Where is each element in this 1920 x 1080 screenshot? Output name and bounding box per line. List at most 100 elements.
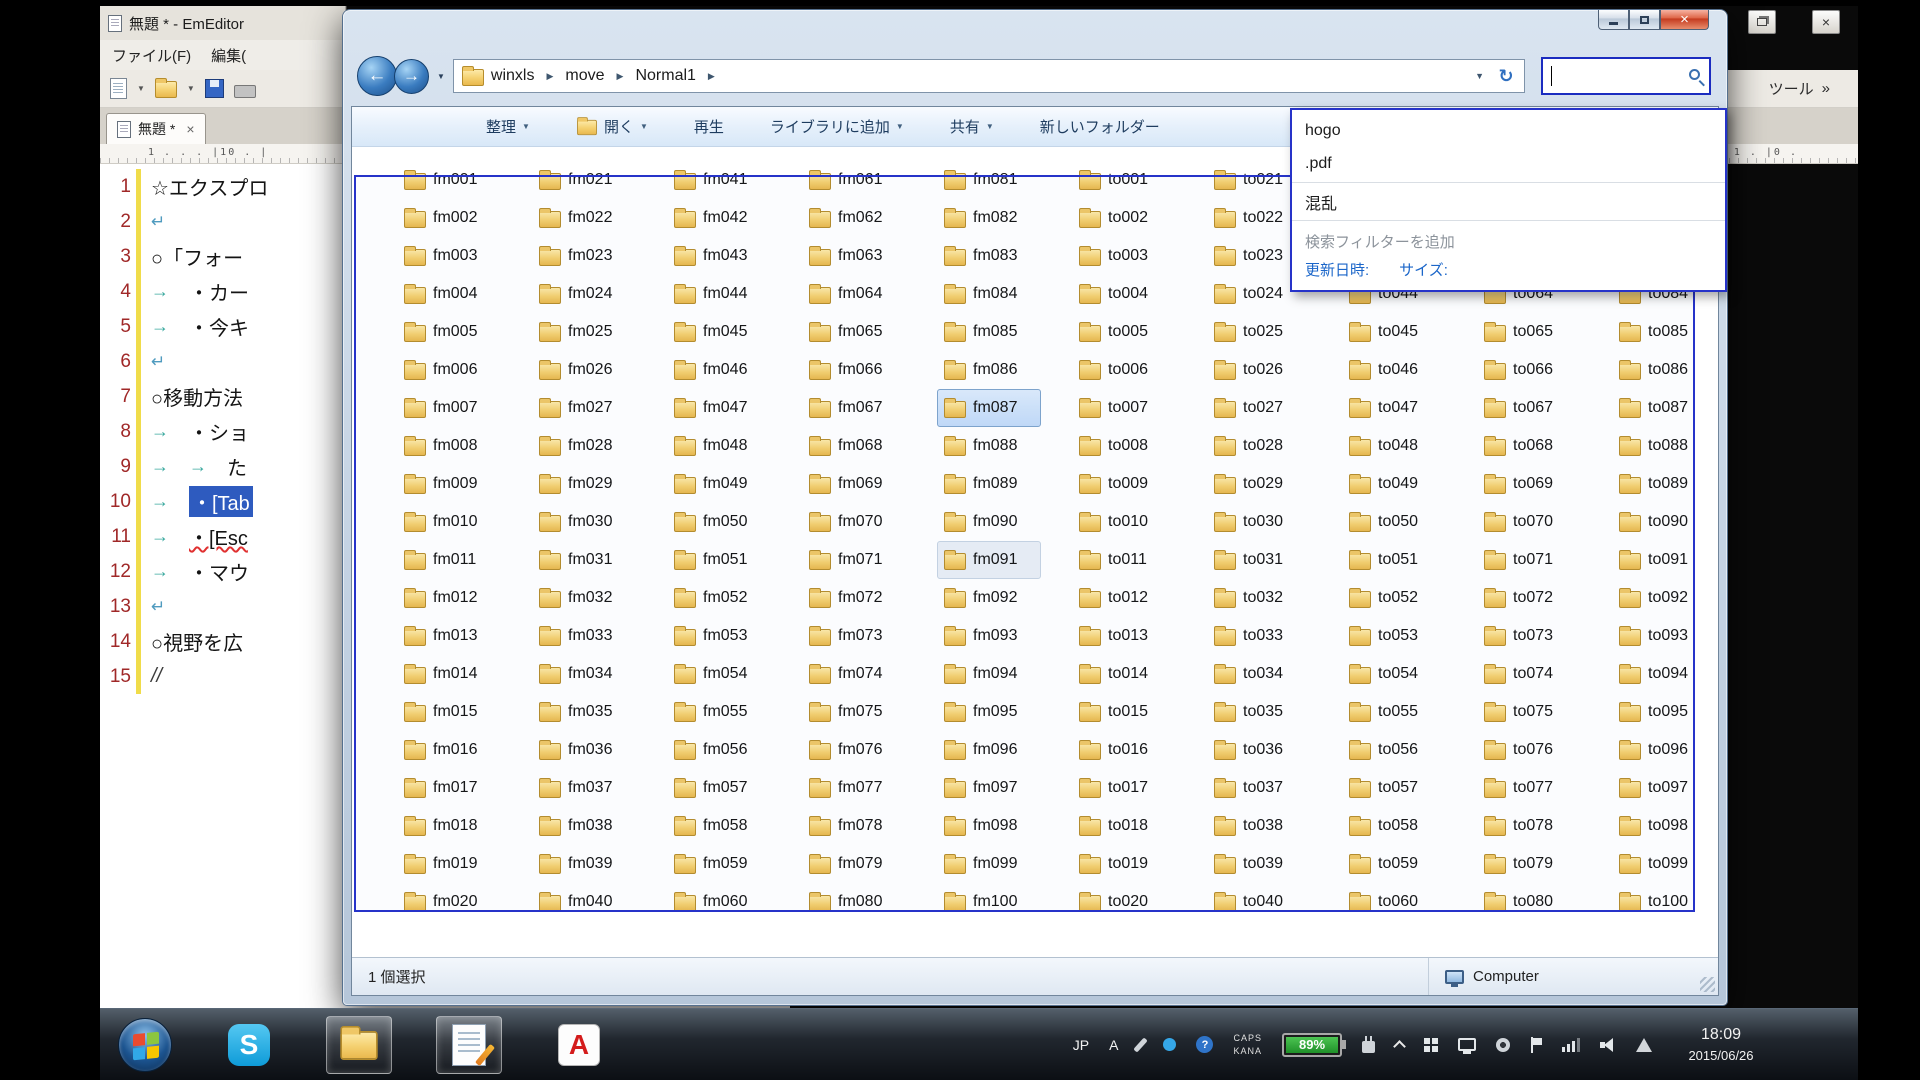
folder-to078[interactable]: to078 [1477, 807, 1581, 845]
breadcrumb-separator-icon[interactable]: ▶ [703, 71, 720, 82]
folder-to091[interactable]: to091 [1612, 541, 1716, 579]
folder-fm045[interactable]: fm045 [667, 313, 771, 351]
tray-app-icon[interactable] [1496, 1038, 1510, 1052]
back-button[interactable]: ← [357, 56, 397, 96]
emeditor-close-button[interactable]: × [1812, 10, 1840, 34]
folder-to052[interactable]: to052 [1342, 579, 1446, 617]
folder-fm081[interactable]: fm081 [937, 161, 1041, 199]
folder-to029[interactable]: to029 [1207, 465, 1311, 503]
folder-fm069[interactable]: fm069 [802, 465, 906, 503]
breadcrumb-Normal1[interactable]: Normal1 [628, 60, 702, 92]
volume-icon[interactable] [1600, 1038, 1616, 1052]
folder-to013[interactable]: to013 [1072, 617, 1176, 655]
menu-edit[interactable]: 編集( [211, 45, 246, 66]
folder-to058[interactable]: to058 [1342, 807, 1446, 845]
folder-to066[interactable]: to066 [1477, 351, 1581, 389]
address-bar[interactable]: winxls▶move▶Normal1▶ ▼ ↻ [453, 59, 1525, 93]
folder-fm026[interactable]: fm026 [532, 351, 636, 389]
folder-fm055[interactable]: fm055 [667, 693, 771, 731]
folder-fm025[interactable]: fm025 [532, 313, 636, 351]
folder-fm035[interactable]: fm035 [532, 693, 636, 731]
folder-to005[interactable]: to005 [1072, 313, 1176, 351]
taskbar-clock[interactable]: 18:09 2015/06/26 [1668, 1023, 1774, 1065]
folder-fm061[interactable]: fm061 [802, 161, 906, 199]
breadcrumb-winxls[interactable]: winxls [484, 60, 542, 92]
folder-to090[interactable]: to090 [1612, 503, 1716, 541]
folder-to095[interactable]: to095 [1612, 693, 1716, 731]
minimize-button[interactable] [1598, 10, 1629, 30]
menu-file[interactable]: ファイル(F) [112, 45, 191, 66]
folder-to089[interactable]: to089 [1612, 465, 1716, 503]
hidden-icons-chevron-icon[interactable] [1393, 1040, 1406, 1053]
folder-fm006[interactable]: fm006 [397, 351, 501, 389]
taskbar-emeditor-button[interactable] [436, 1016, 502, 1074]
grid-tray-icon[interactable] [1424, 1038, 1438, 1052]
tab-untitled[interactable]: 無題 * × [106, 113, 206, 144]
folder-fm093[interactable]: fm093 [937, 617, 1041, 655]
folder-fm038[interactable]: fm038 [532, 807, 636, 845]
folder-to069[interactable]: to069 [1477, 465, 1581, 503]
folder-fm027[interactable]: fm027 [532, 389, 636, 427]
folder-to079[interactable]: to079 [1477, 845, 1581, 883]
command-button-5[interactable]: 新しいフォルダー [1040, 116, 1160, 137]
folder-to035[interactable]: to035 [1207, 693, 1311, 731]
folder-fm028[interactable]: fm028 [532, 427, 636, 465]
folder-fm060[interactable]: fm060 [667, 883, 771, 921]
folder-fm084[interactable]: fm084 [937, 275, 1041, 313]
folder-fm019[interactable]: fm019 [397, 845, 501, 883]
folder-to076[interactable]: to076 [1477, 731, 1581, 769]
folder-fm059[interactable]: fm059 [667, 845, 771, 883]
folder-fm094[interactable]: fm094 [937, 655, 1041, 693]
resize-grip[interactable] [1700, 977, 1715, 992]
save-icon[interactable] [205, 79, 224, 98]
folder-fm056[interactable]: fm056 [667, 731, 771, 769]
taskbar-explorer-button[interactable] [326, 1016, 392, 1074]
folder-fm036[interactable]: fm036 [532, 731, 636, 769]
folder-to032[interactable]: to032 [1207, 579, 1311, 617]
folder-to059[interactable]: to059 [1342, 845, 1446, 883]
folder-fm048[interactable]: fm048 [667, 427, 771, 465]
folder-fm029[interactable]: fm029 [532, 465, 636, 503]
folder-fm023[interactable]: fm023 [532, 237, 636, 275]
folder-fm068[interactable]: fm068 [802, 427, 906, 465]
folder-to072[interactable]: to072 [1477, 579, 1581, 617]
folder-fm001[interactable]: fm001 [397, 161, 501, 199]
search-suggestion-.pdf[interactable]: .pdf [1292, 147, 1725, 180]
folder-fm070[interactable]: fm070 [802, 503, 906, 541]
command-button-2[interactable]: 再生 [694, 116, 724, 137]
folder-to067[interactable]: to067 [1477, 389, 1581, 427]
search-input[interactable] [1541, 57, 1711, 95]
folder-to014[interactable]: to014 [1072, 655, 1176, 693]
folder-fm096[interactable]: fm096 [937, 731, 1041, 769]
folder-to001[interactable]: to001 [1072, 161, 1176, 199]
folder-fm095[interactable]: fm095 [937, 693, 1041, 731]
folder-fm083[interactable]: fm083 [937, 237, 1041, 275]
folder-fm071[interactable]: fm071 [802, 541, 906, 579]
folder-to038[interactable]: to038 [1207, 807, 1311, 845]
folder-fm018[interactable]: fm018 [397, 807, 501, 845]
folder-to060[interactable]: to060 [1342, 883, 1446, 921]
search-filter-サイズ:[interactable]: サイズ: [1399, 259, 1448, 280]
folder-fm041[interactable]: fm041 [667, 161, 771, 199]
folder-to046[interactable]: to046 [1342, 351, 1446, 389]
folder-fm073[interactable]: fm073 [802, 617, 906, 655]
drive-tray-icon[interactable] [1636, 1038, 1652, 1052]
explorer-titlebar[interactable]: × [343, 10, 1727, 46]
folder-fm100[interactable]: fm100 [937, 883, 1041, 921]
folder-to050[interactable]: to050 [1342, 503, 1446, 541]
maximize-button[interactable] [1629, 10, 1660, 30]
folder-fm033[interactable]: fm033 [532, 617, 636, 655]
breadcrumb-separator-icon[interactable]: ▶ [612, 71, 629, 82]
folder-fm024[interactable]: fm024 [532, 275, 636, 313]
folder-to007[interactable]: to007 [1072, 389, 1176, 427]
network-signal-icon[interactable] [1562, 1038, 1580, 1052]
folder-fm015[interactable]: fm015 [397, 693, 501, 731]
folder-fm008[interactable]: fm008 [397, 427, 501, 465]
folder-to055[interactable]: to055 [1342, 693, 1446, 731]
folder-fm037[interactable]: fm037 [532, 769, 636, 807]
folder-fm017[interactable]: fm017 [397, 769, 501, 807]
folder-to040[interactable]: to040 [1207, 883, 1311, 921]
network-computer-icon[interactable] [1458, 1038, 1476, 1051]
folder-fm042[interactable]: fm042 [667, 199, 771, 237]
folder-to056[interactable]: to056 [1342, 731, 1446, 769]
